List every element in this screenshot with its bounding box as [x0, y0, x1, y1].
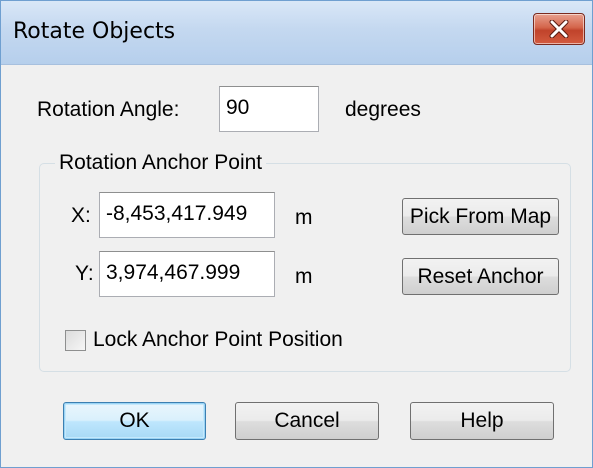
- help-button-label: Help: [460, 409, 504, 432]
- y-coordinate-label: Y:: [75, 262, 94, 285]
- ok-button-label: OK: [119, 409, 150, 432]
- x-coordinate-unit: m: [295, 206, 313, 229]
- reset-anchor-button[interactable]: Reset Anchor: [402, 258, 559, 295]
- reset-anchor-label: Reset Anchor: [417, 265, 544, 288]
- rotation-anchor-group-title: Rotation Anchor Point: [55, 151, 267, 175]
- help-button[interactable]: Help: [410, 402, 554, 440]
- pick-from-map-button[interactable]: Pick From Map: [402, 198, 559, 235]
- rotation-angle-input[interactable]: 90: [219, 86, 319, 132]
- pick-from-map-label: Pick From Map: [409, 205, 552, 228]
- lock-anchor-label[interactable]: Lock Anchor Point Position: [93, 328, 343, 352]
- close-button[interactable]: [533, 13, 585, 45]
- rotation-angle-unit: degrees: [345, 98, 421, 121]
- y-coordinate-input[interactable]: 3,974,467.999: [99, 251, 275, 297]
- y-coordinate-unit: m: [295, 265, 313, 288]
- window-title: Rotate Objects: [13, 19, 176, 44]
- rotation-angle-label: Rotation Angle:: [37, 98, 180, 121]
- close-icon: [549, 20, 569, 38]
- title-bar[interactable]: Rotate Objects: [1, 1, 592, 65]
- ok-button[interactable]: OK: [63, 402, 206, 440]
- x-coordinate-input[interactable]: -8,453,417.949: [99, 192, 275, 238]
- lock-anchor-checkbox[interactable]: [65, 330, 86, 351]
- cancel-button[interactable]: Cancel: [235, 402, 379, 440]
- cancel-button-label: Cancel: [274, 409, 340, 432]
- rotate-objects-dialog: Rotate Objects Rotation Angle: 90 degree…: [0, 0, 593, 468]
- x-coordinate-label: X:: [71, 204, 91, 227]
